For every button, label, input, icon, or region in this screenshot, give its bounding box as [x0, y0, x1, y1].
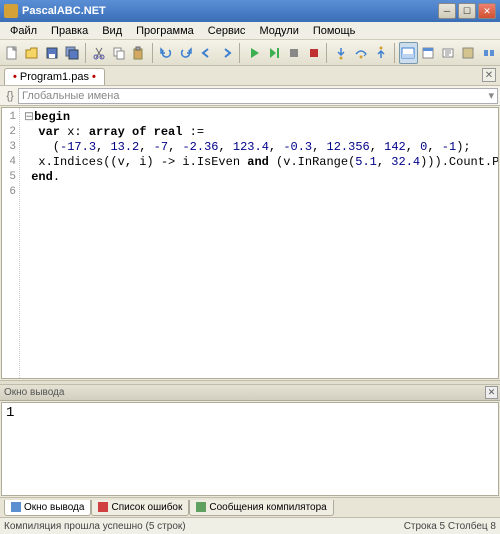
run-icon[interactable]	[244, 42, 263, 64]
save-all-icon[interactable]	[62, 42, 81, 64]
intellisense-icon[interactable]	[439, 42, 458, 64]
bottom-tab-errors[interactable]: Список ошибок	[91, 500, 189, 516]
step-over-icon[interactable]	[351, 42, 370, 64]
tab-label: Program1.pas	[20, 71, 89, 83]
menu-program[interactable]: Программа	[130, 24, 200, 38]
exe-icon[interactable]	[459, 42, 478, 64]
toolbar-sep	[152, 43, 154, 63]
menu-service[interactable]: Сервис	[202, 24, 252, 38]
menu-edit[interactable]: Правка	[45, 24, 94, 38]
toolbar-sep	[85, 43, 87, 63]
nav-fwd-icon[interactable]	[217, 42, 236, 64]
toolbar	[0, 40, 500, 66]
step-into-icon[interactable]	[331, 42, 350, 64]
combo-placeholder: Глобальные имена	[22, 90, 120, 102]
compile-icon[interactable]	[284, 42, 303, 64]
message-icon	[196, 502, 206, 512]
output-content: 1	[6, 405, 14, 421]
save-icon[interactable]	[42, 42, 61, 64]
stop-icon[interactable]	[304, 42, 323, 64]
bottom-tab-messages[interactable]: Сообщения компилятора	[189, 500, 333, 516]
status-cursor: Строка 5 Столбец 8	[404, 521, 496, 532]
maximize-button[interactable]: ☐	[458, 3, 476, 19]
chevron-down-icon: ▾	[488, 89, 494, 102]
status-compile: Компиляция прошла успешно (5 строк)	[4, 521, 404, 532]
run-no-debug-icon[interactable]	[264, 42, 283, 64]
line-gutter: 123456	[2, 108, 20, 378]
window-title: PascalABC.NET	[22, 5, 438, 17]
tab-program1[interactable]: • Program1.pas •	[4, 68, 105, 85]
code-area[interactable]: ⊟begin var x: array of real := (-17.3, 1…	[20, 108, 498, 378]
nav-bar: {} Глобальные имена ▾	[0, 86, 500, 106]
toolbar-sep	[239, 43, 241, 63]
nav-back-icon[interactable]	[197, 42, 216, 64]
form-designer-icon[interactable]	[419, 42, 438, 64]
step-out-icon[interactable]	[372, 42, 391, 64]
menu-bar: Файл Правка Вид Программа Сервис Модули …	[0, 22, 500, 40]
code-editor[interactable]: 123456 ⊟begin var x: array of real := (-…	[1, 107, 499, 379]
menu-modules[interactable]: Модули	[253, 24, 304, 38]
title-bar: PascalABC.NET ─ ☐ ✕	[0, 0, 500, 22]
bottom-tab-output[interactable]: Окно вывода	[4, 500, 91, 516]
menu-view[interactable]: Вид	[96, 24, 128, 38]
dirty-indicator: •	[13, 71, 17, 83]
menu-file[interactable]: Файл	[4, 24, 43, 38]
redo-icon[interactable]	[177, 42, 196, 64]
minimize-button[interactable]: ─	[438, 3, 456, 19]
block-icon[interactable]	[479, 42, 498, 64]
status-bar: Компиляция прошла успешно (5 строк) Стро…	[0, 517, 500, 534]
app-icon	[4, 4, 18, 18]
bottom-tab-bar: Окно вывода Список ошибок Сообщения комп…	[0, 497, 500, 517]
output-icon	[11, 502, 21, 512]
window-buttons: ─ ☐ ✕	[438, 3, 496, 19]
toolbar-sep	[326, 43, 328, 63]
open-file-icon[interactable]	[22, 42, 41, 64]
toolbar-sep	[394, 43, 396, 63]
copy-icon[interactable]	[109, 42, 128, 64]
new-file-icon[interactable]	[2, 42, 21, 64]
menu-help[interactable]: Помощь	[307, 24, 362, 38]
paste-icon[interactable]	[130, 42, 149, 64]
tab-close-icon[interactable]: ✕	[482, 68, 496, 82]
panel-close-icon[interactable]: ✕	[485, 386, 498, 399]
close-button[interactable]: ✕	[478, 3, 496, 19]
dirty-indicator: •	[92, 71, 96, 83]
scope-combo[interactable]: Глобальные имена ▾	[18, 88, 498, 104]
error-icon	[98, 502, 108, 512]
output-panel-header: Окно вывода ✕	[0, 385, 500, 401]
cut-icon[interactable]	[89, 42, 108, 64]
braces-icon[interactable]: {}	[2, 88, 18, 104]
document-tab-bar: • Program1.pas • ✕	[0, 66, 500, 86]
output-panel[interactable]: 1	[1, 402, 499, 496]
output-panel-icon[interactable]	[399, 42, 418, 64]
output-title: Окно вывода	[4, 387, 64, 398]
undo-icon[interactable]	[157, 42, 176, 64]
